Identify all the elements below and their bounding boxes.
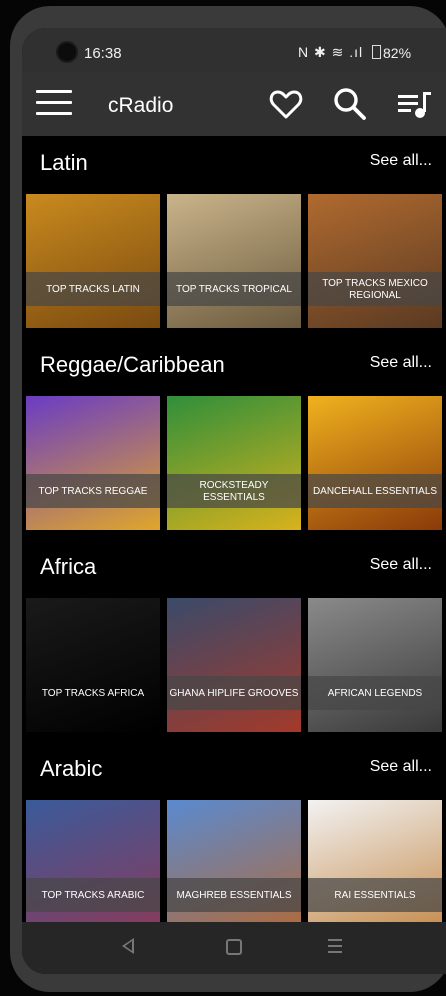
section-title: Africa: [40, 554, 97, 579]
tile-label: TOP TRACKS ARABIC: [41, 890, 145, 901]
playlist-tile[interactable]: DANCEHALL ESSENTIALS: [308, 396, 442, 530]
playlist-tile[interactable]: TOP TRACKS ARABIC: [26, 800, 160, 922]
tile-label: TOP TRACKS LATIN: [46, 284, 140, 295]
app-title: cRadio: [108, 94, 174, 117]
battery-icon: [372, 45, 381, 59]
playlist-tile[interactable]: TOP TRACKS LATIN: [26, 194, 160, 328]
tile-label: AFRICAN LEGENDS: [327, 688, 423, 699]
playlist-tile[interactable]: MAGHREB ESSENTIALS: [167, 800, 301, 922]
tile-label: TOP TRACKS MEXICO REGIONAL: [322, 278, 428, 301]
see-all-link[interactable]: See all...: [370, 354, 432, 372]
status-time: 16:38: [84, 45, 122, 62]
tile-label: GHANA HIPLIFE GROOVES: [169, 688, 299, 699]
front-camera: [56, 41, 78, 63]
home-icon[interactable]: [226, 939, 242, 955]
playlist-tile[interactable]: ROCKSTEADY ESSENTIALS: [167, 396, 301, 530]
menu-icon[interactable]: [36, 90, 72, 116]
section-title: Latin: [40, 150, 88, 175]
tile-label: TOP TRACKS AFRICA: [41, 688, 145, 699]
playlist-tile[interactable]: TOP TRACKS TROPICAL: [167, 194, 301, 328]
tile-label: ROCKSTEADY ESSENTIALS: [199, 480, 269, 503]
tile-label: TOP TRACKS TROPICAL: [176, 284, 292, 295]
search-icon[interactable]: [332, 86, 368, 122]
back-icon[interactable]: [122, 938, 134, 954]
battery-indicator: 82%: [372, 44, 411, 61]
playlist-tile[interactable]: TOP TRACKS AFRICA: [26, 598, 160, 732]
status-bar: 16:38 N ✱ ≋ .ıl 82%: [22, 28, 446, 72]
tile-label: TOP TRACKS REGGAE: [38, 486, 148, 497]
playlist-tile[interactable]: TOP TRACKS MEXICO REGIONAL: [308, 194, 442, 328]
phone-screen: 16:38 N ✱ ≋ .ıl 82% cRadio Latin See all…: [22, 28, 446, 974]
playlist-tile[interactable]: AFRICAN LEGENDS: [308, 598, 442, 732]
heart-icon[interactable]: [268, 86, 304, 122]
genre-list[interactable]: Latin See all... TOP TRACKS LATIN TOP TR…: [22, 136, 446, 922]
recents-icon[interactable]: [328, 939, 342, 957]
see-all-link[interactable]: See all...: [370, 556, 432, 574]
tile-label: MAGHREB ESSENTIALS: [176, 890, 292, 901]
tile-label: RAI ESSENTIALS: [334, 890, 416, 901]
system-nav-bar: [22, 922, 446, 974]
battery-percent: 82%: [383, 45, 412, 61]
playlist-tile[interactable]: TOP TRACKS REGGAE: [26, 396, 160, 530]
playlist-tile[interactable]: GHANA HIPLIFE GROOVES: [167, 598, 301, 732]
app-bar: cRadio: [22, 72, 446, 136]
playlist-tile[interactable]: RAI ESSENTIALS: [308, 800, 442, 922]
see-all-link[interactable]: See all...: [370, 758, 432, 776]
tile-label: DANCEHALL ESSENTIALS: [312, 486, 438, 497]
see-all-link[interactable]: See all...: [370, 152, 432, 170]
status-icons: N ✱ ≋ .ıl: [298, 44, 364, 60]
section-title: Arabic: [40, 756, 103, 781]
queue-music-icon[interactable]: [396, 86, 432, 122]
section-title: Reggae/Caribbean: [40, 352, 225, 377]
